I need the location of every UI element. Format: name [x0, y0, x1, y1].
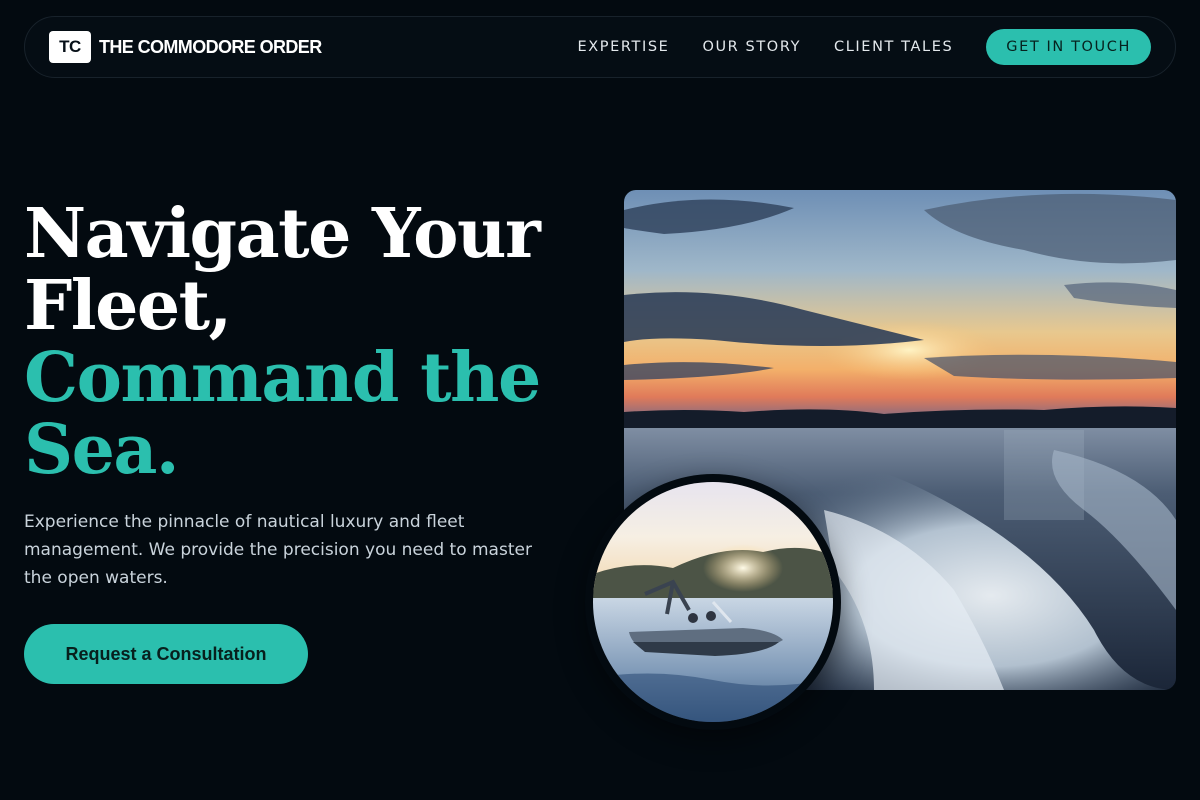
headline-line-1: Navigate Your: [24, 194, 541, 274]
hero-headline: Navigate Your Fleet, Command the Sea.: [24, 198, 584, 486]
headline-line-4: Sea.: [24, 410, 180, 490]
landing-page: TC THE COMMODORE ORDER EXPERTISE OUR STO…: [0, 0, 1200, 800]
headline-line-2: Fleet,: [24, 266, 232, 346]
nav-link-expertise[interactable]: EXPERTISE: [578, 39, 670, 55]
headline-line-3: Command the: [24, 338, 541, 418]
inset-image-frame: [585, 474, 841, 730]
top-navbar: TC THE COMMODORE ORDER EXPERTISE OUR STO…: [24, 16, 1176, 78]
speedboat-illustration: [593, 482, 833, 722]
speedboat-sunset-image: [593, 482, 833, 722]
brand-mark-icon: TC: [49, 31, 91, 63]
brand-logo[interactable]: TC THE COMMODORE ORDER: [49, 31, 322, 63]
brand-name: THE COMMODORE ORDER: [99, 36, 322, 57]
request-consultation-button[interactable]: Request a Consultation: [24, 624, 308, 684]
nav-link-client-tales[interactable]: CLIENT TALES: [834, 39, 953, 55]
hero-subtext: Experience the pinnacle of nautical luxu…: [24, 512, 532, 588]
get-in-touch-button[interactable]: GET IN TOUCH: [986, 29, 1151, 65]
nav-link-our-story[interactable]: OUR STORY: [702, 39, 801, 55]
nav-links: EXPERTISE OUR STORY CLIENT TALES GET IN …: [578, 29, 1151, 65]
